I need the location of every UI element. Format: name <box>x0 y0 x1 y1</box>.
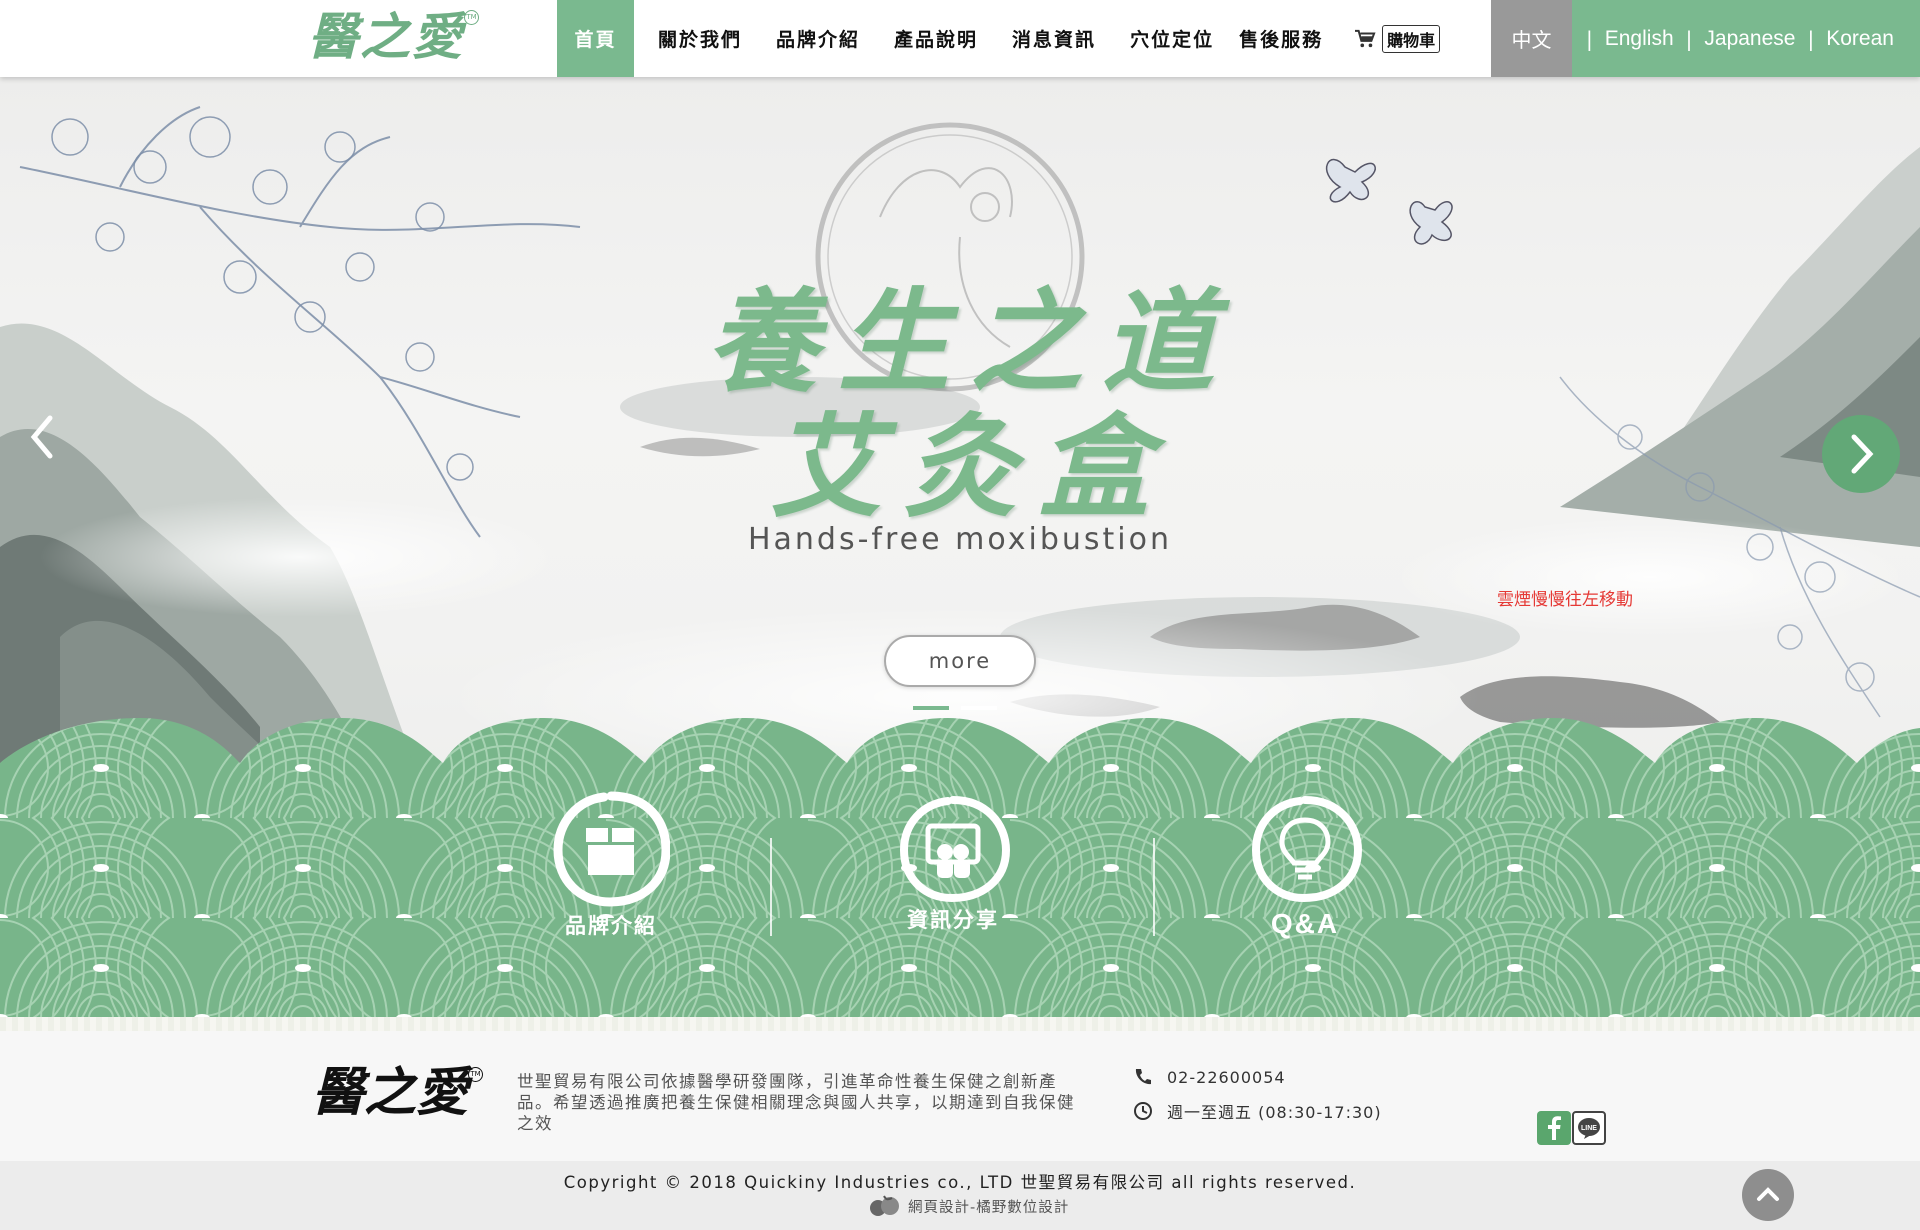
facebook-link[interactable] <box>1537 1111 1571 1145</box>
copyright-text: Copyright © 2018 Quickiny Industries co.… <box>563 1173 1357 1192</box>
contact-hours: 週一至週五 (08:30-17:30) <box>1133 1099 1382 1123</box>
designer-credit[interactable]: 網頁設計-橘野數位設計 <box>868 1194 1069 1218</box>
nav-item-about[interactable]: 關於我們 <box>634 0 759 77</box>
next-slide-button[interactable] <box>1822 415 1900 493</box>
feature-info-share[interactable]: 資訊分享 <box>883 790 1023 934</box>
designer-logo-icon <box>870 1195 899 1216</box>
hero-title-line2: 艾灸盒 <box>770 402 1172 533</box>
back-to-top-button[interactable] <box>1742 1169 1794 1221</box>
feature-brand-intro[interactable]: 品牌介紹 <box>541 790 681 940</box>
line-icon: LINE <box>1578 1118 1600 1139</box>
cart-icon <box>1355 29 1376 47</box>
feature-label-qa: Q&A <box>1270 908 1340 939</box>
facebook-icon <box>1548 1116 1561 1140</box>
language-japanese[interactable]: Japanese <box>1698 27 1801 51</box>
cart-button[interactable]: 購物車 <box>1340 0 1454 77</box>
chevron-left-icon <box>30 415 53 459</box>
share-icon <box>899 796 1011 903</box>
trademark-badge: TM <box>468 1067 484 1082</box>
phone-icon <box>1135 1069 1151 1085</box>
business-hours: 週一至週五 (08:30-17:30) <box>1167 1103 1382 1122</box>
chevron-right-icon <box>1851 434 1874 474</box>
company-description: 世聖貿易有限公司依據醫學研發團隊，引進革命性養生保健之創新產品。希望透過推廣把養… <box>517 1072 1075 1133</box>
cart-label: 購物車 <box>1382 24 1441 53</box>
slide-indicator-2[interactable] <box>961 706 997 710</box>
feature-label-brand: 品牌介紹 <box>565 914 657 938</box>
feature-label-share: 資訊分享 <box>907 908 999 932</box>
svg-text:LINE: LINE <box>1581 1125 1597 1132</box>
line-link[interactable]: LINE <box>1572 1111 1606 1145</box>
trademark-badge: TM <box>464 10 479 25</box>
site-header: 醫之愛 TM 首頁 關於我們 品牌介紹 產品說明 消息資訊 穴位定位 售後服務 … <box>0 0 1920 77</box>
phone-number: 02-22600054 <box>1167 1067 1286 1087</box>
prev-slide-button[interactable] <box>22 402 62 472</box>
language-bar: | English | Japanese | Korean <box>1572 0 1920 77</box>
contact-phone: 02-22600054 <box>1133 1067 1286 1087</box>
language-english[interactable]: English <box>1599 27 1680 51</box>
chevron-up-icon <box>1757 1187 1779 1201</box>
hero-annotation: 雲煙慢慢往左移動 <box>1497 590 1633 610</box>
slide-indicator-1[interactable] <box>913 706 949 710</box>
footer-logo[interactable]: 醫之愛 TM <box>312 1062 484 1123</box>
nav-item-news[interactable]: 消息資訊 <box>995 0 1113 77</box>
language-korean[interactable]: Korean <box>1820 27 1900 51</box>
clock-icon <box>1134 1102 1152 1120</box>
nav-item-products[interactable]: 產品說明 <box>877 0 995 77</box>
nav-item-service[interactable]: 售後服務 <box>1231 0 1340 77</box>
nav-item-brand[interactable]: 品牌介紹 <box>759 0 877 77</box>
more-button[interactable]: more <box>884 635 1036 687</box>
copyright-bar: Copyright © 2018 Quickiny Industries co.… <box>0 1161 1920 1230</box>
feature-qa[interactable]: Q&A <box>1235 790 1375 940</box>
site-logo[interactable]: 醫之愛 TM <box>308 6 479 68</box>
box-icon <box>553 791 670 907</box>
nav-item-home[interactable]: 首頁 <box>557 0 634 77</box>
designer-text: 網頁設計-橘野數位設計 <box>908 1199 1070 1216</box>
footer-texture-strip <box>0 1017 1920 1031</box>
language-chinese[interactable]: 中文 <box>1491 0 1572 77</box>
lightbulb-icon <box>1251 796 1363 903</box>
feature-divider <box>1153 838 1155 936</box>
hero-subtitle: Hands-free moxibustion <box>747 522 1173 557</box>
footer-logo-text: 醫之愛 <box>312 1062 469 1123</box>
feature-divider <box>770 838 772 936</box>
site-footer: 醫之愛 TM 世聖貿易有限公司依據醫學研發團隊，引進革命性養生保健之創新產品。希… <box>0 1031 1920 1161</box>
logo-text: 醫之愛 <box>308 7 464 66</box>
nav-item-acupoints[interactable]: 穴位定位 <box>1113 0 1231 77</box>
main-nav: 首頁 關於我們 品牌介紹 產品說明 消息資訊 穴位定位 售後服務 購物車 <box>557 0 1454 77</box>
